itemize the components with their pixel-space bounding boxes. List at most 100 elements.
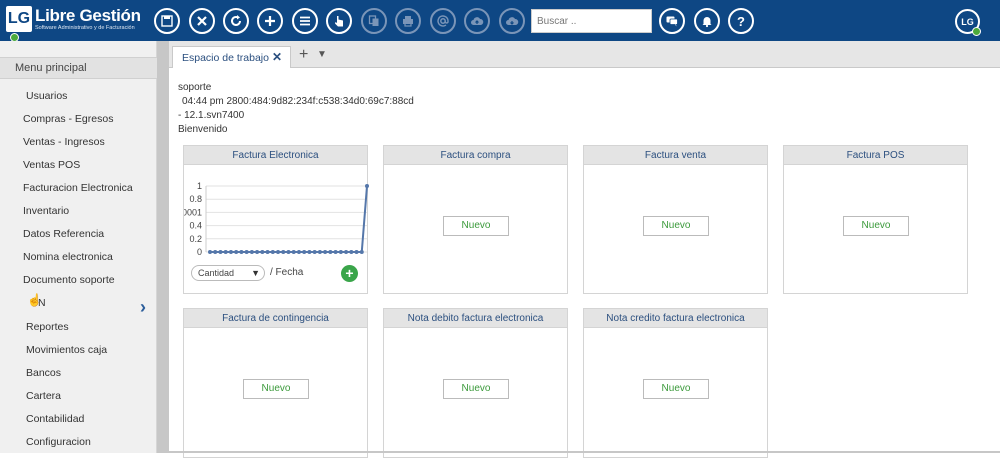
sidebar: Menu principal Usuarios Compras - Egreso… bbox=[0, 41, 157, 453]
sidebar-splitter[interactable] bbox=[157, 41, 169, 453]
sidebar-item-bancos[interactable]: Bancos bbox=[26, 367, 61, 379]
sidebar-item-datos-referencia[interactable]: Datos Referencia bbox=[23, 228, 104, 240]
menu-header: Menu principal bbox=[0, 57, 157, 79]
data-point bbox=[349, 250, 354, 254]
data-point bbox=[281, 250, 286, 254]
panel-nota-credito: Nota credito factura electronica Nuevo bbox=[583, 308, 768, 458]
y-tick-label: 0 bbox=[197, 247, 202, 257]
nuevo-button[interactable]: Nuevo bbox=[843, 216, 909, 236]
data-point bbox=[255, 250, 260, 254]
data-point bbox=[223, 250, 228, 254]
tab-label: Espacio de trabajo bbox=[182, 52, 269, 64]
tab-espacio-trabajo[interactable]: Espacio de trabajo ✕ bbox=[172, 46, 291, 68]
cloud-upload-icon[interactable] bbox=[464, 8, 490, 34]
copy-icon[interactable] bbox=[361, 8, 387, 34]
close-icon[interactable]: ✕ bbox=[272, 50, 282, 64]
refresh-icon[interactable] bbox=[223, 8, 249, 34]
info-session: 04:44 pm 2800:484:9d82:234f:c538:34d0:69… bbox=[182, 96, 414, 107]
panel-factura-pos: Factura POS Nuevo bbox=[783, 145, 968, 294]
chat-icon[interactable] bbox=[659, 8, 685, 34]
panel-title: Factura compra bbox=[384, 146, 567, 165]
sidebar-item-nomina[interactable]: Nomina electronica bbox=[23, 251, 113, 263]
sidebar-item-inventario[interactable]: Inventario bbox=[23, 205, 69, 217]
y-tick-label: 1 bbox=[197, 181, 202, 191]
data-point bbox=[265, 250, 270, 254]
sidebar-item-usuarios[interactable]: Usuarios bbox=[26, 90, 67, 102]
add-chart-button[interactable]: + bbox=[341, 265, 358, 282]
pointer-icon[interactable] bbox=[326, 8, 352, 34]
panel-factura-contingencia: Factura de contingencia Nuevo bbox=[183, 308, 368, 458]
data-point bbox=[228, 250, 233, 254]
panel-title: Factura de contingencia bbox=[184, 309, 367, 328]
panel-title: Factura venta bbox=[584, 146, 767, 165]
data-point bbox=[239, 250, 244, 254]
online-check-icon bbox=[972, 27, 981, 36]
sidebar-item-documento-soporte[interactable]: Documento soporte bbox=[23, 274, 115, 286]
data-point bbox=[270, 250, 275, 254]
y-tick-label: 0.4 bbox=[189, 221, 202, 231]
panel-factura-compra: Factura compra Nuevo bbox=[383, 145, 568, 294]
data-point bbox=[312, 250, 317, 254]
dropdown-arrow-icon: ▼ bbox=[251, 268, 260, 278]
data-point bbox=[234, 250, 239, 254]
data-point bbox=[218, 250, 223, 254]
app-title: Libre Gestión bbox=[35, 6, 141, 25]
data-point bbox=[344, 250, 349, 254]
sidebar-item-movimientos-caja[interactable]: Movimientos caja bbox=[26, 344, 107, 356]
data-point bbox=[213, 250, 218, 254]
data-point bbox=[338, 250, 343, 254]
data-point bbox=[307, 250, 312, 254]
top-bar: LG Libre Gestión Software Administrativo… bbox=[0, 0, 1000, 42]
metric-select[interactable]: Cantidad ▼ bbox=[191, 265, 265, 281]
nuevo-button[interactable]: Nuevo bbox=[243, 379, 309, 399]
panel-title: Nota debito factura electronica bbox=[384, 309, 567, 328]
line-chart: 1 0.8 0001 0.4 0.2 0 bbox=[184, 181, 369, 257]
nuevo-button[interactable]: Nuevo bbox=[443, 216, 509, 236]
sidebar-item-configuracion[interactable]: Configuracion bbox=[26, 436, 91, 448]
data-point bbox=[354, 250, 359, 254]
sidebar-item-ventas-pos[interactable]: Ventas POS bbox=[23, 159, 80, 171]
bell-icon[interactable] bbox=[694, 8, 720, 34]
search-input[interactable] bbox=[531, 9, 652, 33]
sidebar-item-reportes[interactable]: Reportes bbox=[26, 321, 69, 333]
cancel-icon[interactable] bbox=[189, 8, 215, 34]
app-subtitle: Software Administrativo y de Facturación bbox=[35, 25, 135, 31]
chevron-down-icon[interactable]: ▼ bbox=[317, 49, 327, 60]
data-point bbox=[286, 250, 291, 254]
list-icon[interactable] bbox=[292, 8, 318, 34]
panel-factura-electronica: Factura Electronica 1 0.8 0001 0.4 0.2 0 Cant… bbox=[183, 145, 369, 294]
nuevo-button[interactable]: Nuevo bbox=[643, 216, 709, 236]
sidebar-item-cartera[interactable]: Cartera bbox=[26, 390, 61, 402]
nuevo-button[interactable]: Nuevo bbox=[643, 379, 709, 399]
data-point bbox=[296, 250, 301, 254]
x-axis-label: / Fecha bbox=[270, 267, 304, 278]
chevron-right-icon[interactable]: › bbox=[140, 297, 146, 318]
add-icon[interactable] bbox=[257, 8, 283, 34]
info-welcome: Bienvenido bbox=[178, 124, 228, 135]
help-icon[interactable]: ? bbox=[728, 8, 754, 34]
data-point bbox=[302, 250, 307, 254]
sidebar-item-compras[interactable]: Compras - Egresos bbox=[23, 113, 113, 125]
panel-title: Factura POS bbox=[784, 146, 967, 165]
series-line bbox=[210, 185, 368, 253]
panel-title: Factura Electronica bbox=[184, 146, 367, 165]
cloud-download-icon[interactable] bbox=[499, 8, 525, 34]
y-tick-label: 0001 bbox=[184, 207, 202, 217]
info-user: soporte bbox=[178, 82, 212, 93]
panel-factura-venta: Factura venta Nuevo bbox=[583, 145, 768, 294]
sidebar-item-ventas[interactable]: Ventas - Ingresos bbox=[23, 136, 105, 148]
email-icon[interactable] bbox=[430, 8, 456, 34]
logo-mark: LG bbox=[6, 6, 32, 32]
sidebar-item-facturacion[interactable]: Facturacion Electronica bbox=[23, 182, 133, 194]
save-icon[interactable] bbox=[154, 8, 180, 34]
sidebar-item-contabilidad[interactable]: Contabilidad bbox=[26, 413, 84, 425]
y-tick-label: 0.2 bbox=[189, 234, 202, 244]
nuevo-button[interactable]: Nuevo bbox=[443, 379, 509, 399]
print-icon[interactable] bbox=[395, 8, 421, 34]
data-point bbox=[249, 250, 254, 254]
add-tab-icon[interactable]: + bbox=[299, 46, 308, 64]
panel-nota-debito: Nota debito factura electronica Nuevo bbox=[383, 308, 568, 458]
info-version: - 12.1.svn7400 bbox=[178, 110, 245, 121]
data-point bbox=[365, 184, 369, 188]
data-point bbox=[276, 250, 281, 254]
